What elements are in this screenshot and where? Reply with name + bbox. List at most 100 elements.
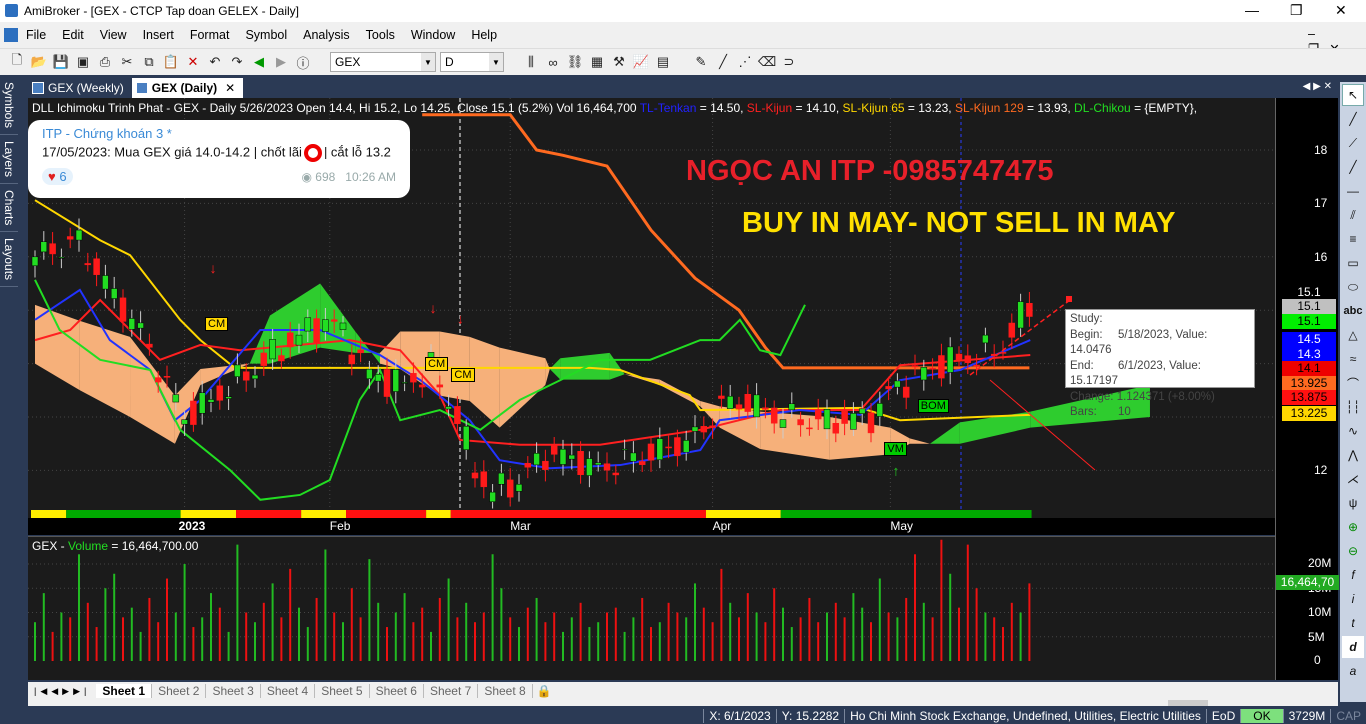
cursor-icon[interactable]: ↖: [1342, 84, 1364, 106]
candle: [260, 352, 268, 366]
hline-tool-icon[interactable]: —: [1342, 180, 1364, 202]
hammer-icon[interactable]: ⚒: [610, 53, 628, 71]
volume-pane[interactable]: GEX - Volume = 16,464,700.00: [28, 536, 1338, 680]
cut-icon[interactable]: ✂: [118, 53, 136, 71]
sell-arrow-icon: ↓: [457, 311, 464, 327]
sheet-tab-8[interactable]: Sheet 8: [478, 684, 533, 698]
scrollbar-thumb[interactable]: [1168, 700, 1208, 706]
chart-icon[interactable]: 📈: [632, 53, 650, 71]
sheet-tab-3[interactable]: Sheet 3: [206, 684, 261, 698]
candle: [524, 462, 532, 468]
tab-gex-daily[interactable]: GEX (Daily) ✕: [131, 78, 244, 98]
menu-view[interactable]: View: [92, 28, 135, 42]
zigzag-tool-icon[interactable]: ⋀: [1342, 444, 1364, 466]
forward-icon[interactable]: ▶: [272, 53, 290, 71]
sidebar-tab-symbols[interactable]: Symbols: [0, 76, 18, 136]
menu-file[interactable]: File: [18, 28, 54, 42]
fan-tool-icon[interactable]: ⋌: [1342, 468, 1364, 490]
italic-d-icon[interactable]: d: [1342, 636, 1364, 658]
glasses-icon[interactable]: ∞: [544, 53, 562, 71]
arc-tool-icon[interactable]: ⌒: [1342, 372, 1364, 394]
symbol-select[interactable]: GEX ▼: [330, 52, 436, 72]
dashed-line-icon[interactable]: ⋰: [736, 53, 754, 71]
indicator-header: DLL Ichimoku Trinh Phat - GEX - Daily 5/…: [32, 101, 1197, 115]
italic-f-icon[interactable]: f: [1342, 564, 1364, 586]
italic-i-icon[interactable]: i: [1342, 588, 1364, 610]
interval-select[interactable]: D ▼: [440, 52, 504, 72]
paste-icon[interactable]: 📋: [162, 53, 180, 71]
ellipse-tool-icon[interactable]: ⬭: [1342, 276, 1364, 298]
pen-color-icon[interactable]: ✎: [692, 53, 710, 71]
zoom-out-icon[interactable]: ⊖: [1342, 540, 1364, 562]
new-icon[interactable]: 🗋: [8, 52, 26, 71]
pitchfork-tool-icon[interactable]: ψ: [1342, 492, 1364, 514]
menu-symbol[interactable]: Symbol: [237, 28, 295, 42]
sheet-tab-4[interactable]: Sheet 4: [261, 684, 316, 698]
sheet-tab-6[interactable]: Sheet 6: [370, 684, 424, 698]
restore-button[interactable]: ❐: [1290, 2, 1303, 19]
horizontal-scrollbar[interactable]: [28, 700, 1338, 706]
print-icon[interactable]: ⎙: [96, 53, 114, 71]
line-tool-icon[interactable]: ╱: [1342, 108, 1364, 130]
line-icon[interactable]: ╱: [714, 53, 732, 71]
wave-tool-icon[interactable]: ∿: [1342, 420, 1364, 442]
reaction-badge[interactable]: ♥ 6: [42, 168, 73, 185]
grid-icon[interactable]: ▦: [588, 53, 606, 71]
menu-format[interactable]: Format: [182, 28, 238, 42]
sheet-nav-arrows[interactable]: |◀◀▶▶|: [28, 686, 96, 697]
price-axis[interactable]: 1817161514131215.115.115.114.514.314.113…: [1275, 98, 1339, 680]
sidebar-tab-layers[interactable]: Layers: [0, 135, 18, 185]
save-icon[interactable]: 💾: [52, 53, 70, 71]
bar-chart-icon[interactable]: ⫼: [522, 53, 540, 71]
triangle-tool-icon[interactable]: △: [1342, 324, 1364, 346]
italic-a-icon[interactable]: a: [1342, 660, 1364, 682]
sheet-tab-2[interactable]: Sheet 2: [152, 684, 207, 698]
italic-t-icon[interactable]: t: [1342, 612, 1364, 634]
menu-tools[interactable]: Tools: [358, 28, 403, 42]
candle: [1026, 303, 1033, 317]
tab-scroll-arrows[interactable]: ◀ ▶ ✕: [1303, 81, 1332, 92]
gann-tool-icon[interactable]: ≈: [1342, 348, 1364, 370]
open-icon[interactable]: 📂: [30, 53, 48, 71]
sidebar-tab-layouts[interactable]: Layouts: [0, 232, 18, 288]
close-tab-icon[interactable]: ✕: [225, 81, 235, 95]
menu-window[interactable]: Window: [403, 28, 463, 42]
link-icon[interactable]: ⛓: [566, 53, 584, 71]
copy-icon[interactable]: ⧉: [140, 53, 158, 71]
sidebar-tab-charts[interactable]: Charts: [0, 184, 18, 233]
menu-analysis[interactable]: Analysis: [295, 28, 358, 42]
minimize-button[interactable]: —: [1245, 2, 1259, 18]
trend-tool-icon[interactable]: ╱: [1342, 156, 1364, 178]
sheet-tab-7[interactable]: Sheet 7: [424, 684, 479, 698]
status-mode: EoD: [1205, 709, 1240, 723]
eraser-icon[interactable]: ⌫: [758, 53, 776, 71]
study-handle[interactable]: [1066, 296, 1072, 302]
scan-icon[interactable]: ▤: [654, 53, 672, 71]
magnet-icon[interactable]: ⊃: [780, 53, 798, 71]
candle: [718, 395, 725, 399]
candle: [181, 419, 188, 425]
channel-tool-icon[interactable]: ⫽: [1342, 204, 1364, 226]
candle: [577, 451, 584, 475]
cycle-tool-icon[interactable]: ┆┆: [1342, 396, 1364, 418]
fib-tool-icon[interactable]: ≡: [1342, 228, 1364, 250]
close-button[interactable]: ✕: [1335, 2, 1347, 19]
signal-label-cm: CM: [425, 356, 449, 371]
sheet-tab-5[interactable]: Sheet 5: [315, 684, 370, 698]
rect-tool-icon[interactable]: ▭: [1342, 252, 1364, 274]
text-tool-icon[interactable]: abc: [1342, 300, 1364, 322]
menu-edit[interactable]: Edit: [54, 28, 92, 42]
save-all-icon[interactable]: ▣: [74, 53, 92, 71]
menu-help[interactable]: Help: [463, 28, 505, 42]
undo-icon[interactable]: ↶: [206, 53, 224, 71]
tab-gex-weekly[interactable]: GEX (Weekly): [28, 78, 132, 98]
info-icon[interactable]: ⓘ: [294, 53, 312, 71]
delete-icon[interactable]: ✕: [184, 53, 202, 71]
back-icon[interactable]: ◀: [250, 53, 268, 71]
menu-insert[interactable]: Insert: [135, 28, 182, 42]
redo-icon[interactable]: ↷: [228, 53, 246, 71]
zoom-in-icon[interactable]: ⊕: [1342, 516, 1364, 538]
ray-tool-icon[interactable]: ⟋: [1342, 132, 1364, 154]
sheet-tab-1[interactable]: Sheet 1: [96, 684, 153, 698]
lock-icon[interactable]: 🔒: [533, 684, 556, 698]
